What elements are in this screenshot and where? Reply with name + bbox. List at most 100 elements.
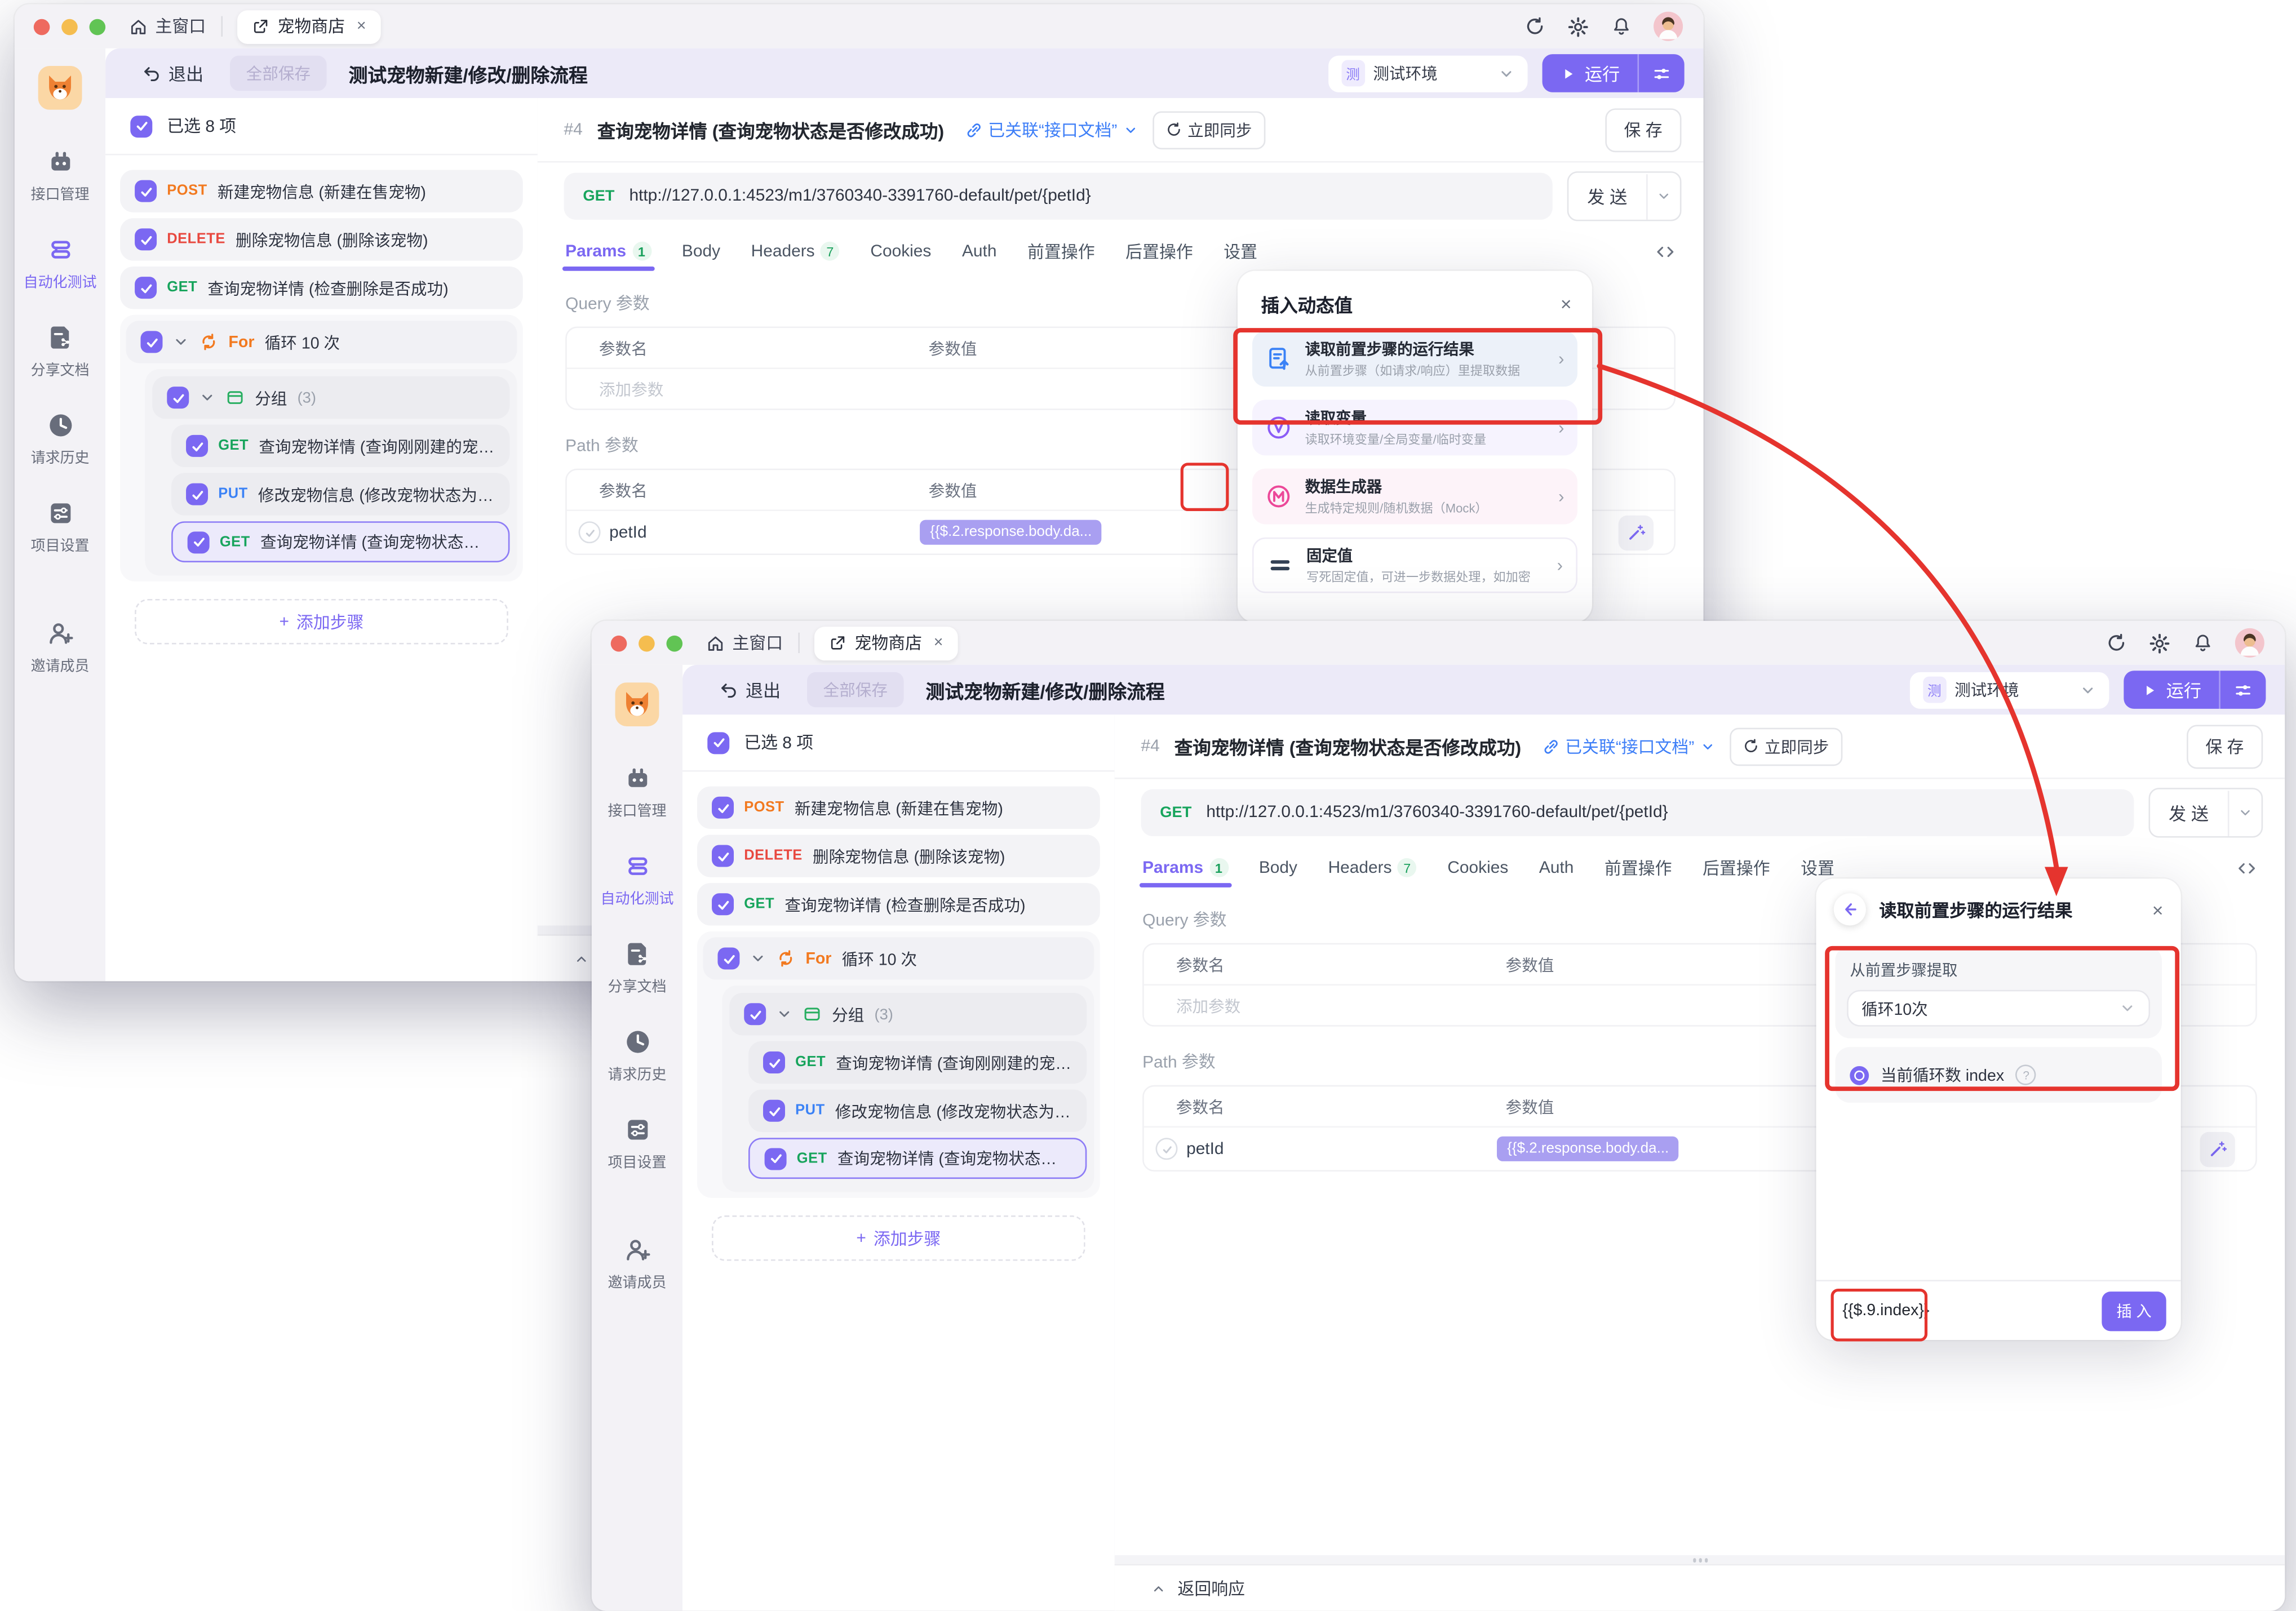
- sidebar-item-project-settings[interactable]: 项目设置: [31, 499, 90, 555]
- checkbox-checked-icon[interactable]: [135, 277, 157, 299]
- app-logo-fox[interactable]: [38, 66, 82, 110]
- traffic-lights[interactable]: [34, 18, 105, 34]
- checkbox-checked-icon[interactable]: [763, 1100, 785, 1122]
- close-icon[interactable]: ×: [2152, 898, 2164, 920]
- bell-icon[interactable]: [1611, 16, 1632, 37]
- environment-select[interactable]: 测测试环境: [1910, 672, 2109, 708]
- url-input[interactable]: GEThttp://127.0.0.1:4523/m1/3760340-3391…: [564, 173, 1552, 220]
- response-bar[interactable]: 返回响应: [1115, 1564, 2285, 1611]
- row-check-icon[interactable]: [579, 521, 601, 543]
- tab-pet-store[interactable]: 宠物商店×: [237, 10, 381, 43]
- run-button[interactable]: 运行: [1543, 54, 1685, 92]
- menu-item-data-generator[interactable]: 数据生成器生成特定规则/随机数据（Mock）›: [1252, 469, 1577, 525]
- tab-auth[interactable]: Auth: [1539, 859, 1574, 876]
- checkbox-checked-icon[interactable]: [135, 228, 157, 250]
- sync-icon[interactable]: [1524, 16, 1545, 37]
- step-row[interactable]: PUT修改宠物信息 (修改宠物状态为 sold): [171, 473, 509, 515]
- checkbox-checked-icon[interactable]: [712, 797, 734, 819]
- sidebar-item-project-settings[interactable]: 项目设置: [608, 1116, 667, 1171]
- step-row-selected[interactable]: GET查询宠物详情 (查询宠物状态是否修...: [171, 521, 509, 562]
- tab-params[interactable]: Params1: [565, 242, 651, 261]
- loop-step-row[interactable]: For循环 10 次: [126, 321, 517, 363]
- step-row[interactable]: GET查询宠物详情 (检查删除是否成功): [697, 883, 1100, 925]
- step-row[interactable]: DELETE删除宠物信息 (删除该宠物): [120, 218, 523, 260]
- param-name[interactable]: petId: [609, 523, 920, 541]
- code-view-icon[interactable]: [1655, 241, 1676, 261]
- sync-icon[interactable]: [2106, 633, 2126, 653]
- tab-cookies[interactable]: Cookies: [870, 242, 931, 260]
- tab-headers[interactable]: Headers7: [751, 242, 840, 261]
- bell-icon[interactable]: [2192, 633, 2213, 653]
- group-step-row[interactable]: 分组(3): [729, 993, 1087, 1035]
- sidebar-item-invite[interactable]: 邀请成员: [608, 1236, 667, 1292]
- send-button[interactable]: 发 送: [2148, 788, 2263, 837]
- checkbox-checked-icon[interactable]: [744, 1003, 766, 1025]
- minimize-window-icon[interactable]: [61, 18, 78, 34]
- add-param-placeholder[interactable]: 添加参数: [1176, 993, 1240, 1017]
- step-row[interactable]: DELETE删除宠物信息 (删除该宠物): [697, 835, 1100, 877]
- close-icon[interactable]: ×: [1561, 293, 1572, 315]
- step-row-selected[interactable]: GET查询宠物详情 (查询宠物状态是否修...: [748, 1138, 1087, 1179]
- checkbox-checked-icon[interactable]: [712, 893, 734, 915]
- checkbox-checked-icon[interactable]: [130, 115, 152, 137]
- app-logo-fox[interactable]: [615, 682, 659, 726]
- sidebar-item-history[interactable]: 请求历史: [31, 411, 90, 467]
- sync-now-button[interactable]: 立即同步: [1730, 727, 1842, 765]
- group-step-row[interactable]: 分组(3): [152, 376, 509, 419]
- insert-button[interactable]: 插 入: [2102, 1291, 2166, 1330]
- tab-home[interactable]: 主窗口: [706, 631, 783, 655]
- sidebar-item-invite[interactable]: 邀请成员: [31, 619, 90, 675]
- radio-selected-icon[interactable]: [1850, 1066, 1869, 1085]
- checkbox-checked-icon[interactable]: [167, 387, 189, 409]
- close-window-icon[interactable]: [34, 18, 50, 34]
- sidebar-item-history[interactable]: 请求历史: [608, 1028, 667, 1084]
- run-settings-button[interactable]: [2220, 680, 2266, 699]
- tab-auth[interactable]: Auth: [962, 242, 997, 260]
- url-input[interactable]: GEThttp://127.0.0.1:4523/m1/3760340-3391…: [1141, 789, 2134, 836]
- back-button[interactable]: [1834, 893, 1866, 925]
- step-row[interactable]: POST新建宠物信息 (新建在售宠物): [120, 170, 523, 212]
- close-window-icon[interactable]: [611, 635, 627, 651]
- tab-cookies[interactable]: Cookies: [1447, 859, 1508, 876]
- magic-wand-button[interactable]: [2200, 1131, 2235, 1166]
- sidebar-item-autotest[interactable]: 自动化测试: [24, 236, 97, 291]
- checkbox-checked-icon[interactable]: [763, 1051, 785, 1073]
- tab-pre-ops[interactable]: 前置操作: [1604, 856, 1672, 880]
- sidebar-item-api[interactable]: 接口管理: [31, 148, 90, 203]
- gear-icon[interactable]: [2149, 632, 2171, 654]
- linked-doc-button[interactable]: 已关联“接口文档”: [1542, 734, 1715, 758]
- gear-icon[interactable]: [1567, 15, 1589, 37]
- chevron-down-icon[interactable]: [199, 389, 215, 406]
- loop-step-row[interactable]: For循环 10 次: [703, 937, 1094, 979]
- checkbox-checked-icon[interactable]: [188, 531, 210, 553]
- step-row[interactable]: GET查询宠物详情 (检查删除是否成功): [120, 267, 523, 309]
- dynamic-value-tag[interactable]: {{$.2.response.body.da...: [920, 520, 1102, 545]
- chevron-down-icon[interactable]: [173, 334, 189, 350]
- linked-doc-button[interactable]: 已关联“接口文档”: [965, 118, 1138, 141]
- add-step-button[interactable]: +添加步骤: [712, 1215, 1085, 1261]
- send-button[interactable]: 发 送: [1567, 171, 1682, 221]
- save-all-button[interactable]: 全部保存: [807, 672, 904, 707]
- tab-settings[interactable]: 设置: [1224, 239, 1257, 263]
- zoom-window-icon[interactable]: [666, 635, 682, 651]
- step-row[interactable]: GET查询宠物详情 (查询刚刚建的宠物): [748, 1041, 1087, 1084]
- send-options-button[interactable]: [2229, 805, 2261, 820]
- sidebar-item-share-docs[interactable]: 分享文档: [31, 323, 90, 379]
- current-loop-index-radio[interactable]: 当前循环数 index?: [1847, 1059, 2150, 1091]
- run-button[interactable]: 运行: [2124, 671, 2266, 709]
- close-tab-icon[interactable]: ×: [357, 17, 366, 35]
- zoom-window-icon[interactable]: [90, 18, 106, 34]
- environment-select[interactable]: 测测试环境: [1328, 55, 1527, 91]
- chevron-down-icon[interactable]: [776, 1006, 792, 1022]
- menu-item-fixed-value[interactable]: 固定值写死固定值，可进一步数据处理，如加密›: [1252, 538, 1577, 593]
- avatar[interactable]: [1654, 12, 1683, 41]
- step-row[interactable]: GET查询宠物详情 (查询刚刚建的宠物): [171, 425, 509, 467]
- menu-item-read-previous-step[interactable]: 读取前置步骤的运行结果从前置步骤（如请求/响应）里提取数据›: [1252, 331, 1577, 387]
- tab-settings[interactable]: 设置: [1801, 856, 1834, 880]
- send-options-button[interactable]: [1648, 189, 1680, 203]
- tab-post-ops[interactable]: 后置操作: [1703, 856, 1770, 880]
- add-step-button[interactable]: +添加步骤: [135, 599, 508, 645]
- avatar[interactable]: [2235, 628, 2264, 658]
- tab-params[interactable]: Params1: [1142, 858, 1228, 877]
- sync-now-button[interactable]: 立即同步: [1153, 110, 1265, 149]
